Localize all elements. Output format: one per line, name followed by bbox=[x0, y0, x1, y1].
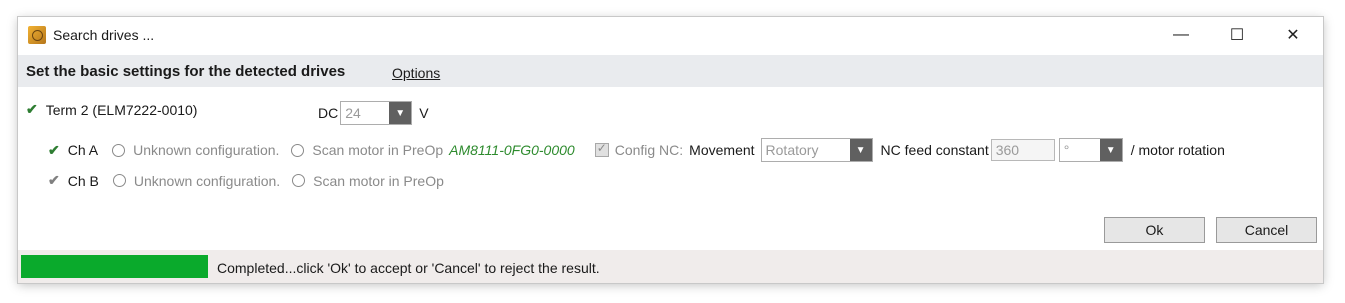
config-nc-label: Config NC: bbox=[614, 142, 684, 158]
close-button[interactable]: ✕ bbox=[1270, 17, 1316, 53]
progress-bar bbox=[21, 255, 208, 278]
header-band: Set the basic settings for the detected … bbox=[18, 55, 1323, 87]
feed-constant-label: NC feed constant bbox=[880, 142, 989, 158]
chevron-down-icon: ▼ bbox=[849, 139, 872, 161]
movement-select[interactable]: Rotatory ▼ bbox=[760, 138, 873, 162]
options-link[interactable]: Options bbox=[392, 65, 440, 81]
unknown-config-radio[interactable] bbox=[112, 143, 126, 157]
unknown-config-label: Unknown configuration. bbox=[133, 142, 280, 158]
scan-motor-label: Scan motor in PreOp bbox=[312, 142, 444, 158]
app-icon bbox=[28, 26, 46, 44]
checkmark-icon: ✔ bbox=[48, 172, 60, 188]
dc-voltage-value: 24 bbox=[345, 105, 361, 121]
cancel-button[interactable]: Cancel bbox=[1216, 217, 1317, 243]
chevron-down-icon: ▼ bbox=[1099, 139, 1122, 161]
unknown-config-radio[interactable] bbox=[112, 174, 126, 187]
scan-motor-radio[interactable] bbox=[291, 143, 305, 157]
config-nc-checkbox[interactable] bbox=[594, 141, 609, 157]
chevron-down-icon: ▼ bbox=[389, 102, 412, 124]
ok-button[interactable]: Ok bbox=[1104, 217, 1205, 243]
feed-constant-input[interactable]: 360 bbox=[990, 139, 1055, 161]
search-drives-dialog: Search drives ... — ☐ ✕ Set the basic se… bbox=[18, 17, 1323, 283]
movement-value: Rotatory bbox=[765, 142, 819, 158]
status-bar: Completed...click 'Ok' to accept or 'Can… bbox=[18, 250, 1323, 283]
channel-a-row: ✔ Ch A Unknown configuration. Scan motor… bbox=[48, 138, 1225, 162]
checkmark-icon: ✔ bbox=[48, 141, 60, 158]
channel-b-row: ✔ Ch B Unknown configuration. Scan motor… bbox=[48, 172, 444, 189]
movement-label: Movement bbox=[689, 142, 755, 158]
dc-voltage-select[interactable]: 24 ▼ bbox=[340, 101, 413, 125]
scan-motor-radio[interactable] bbox=[292, 174, 306, 187]
title-bar: Search drives ... — ☐ ✕ bbox=[18, 17, 1323, 53]
unknown-config-label: Unknown configuration. bbox=[133, 172, 281, 189]
per-rotation-label: / motor rotation bbox=[1130, 142, 1225, 158]
status-text: Completed...click 'Ok' to accept or 'Can… bbox=[217, 260, 600, 276]
term-label: Term 2 (ELM7222-0010) bbox=[45, 101, 198, 118]
minimize-button[interactable]: — bbox=[1158, 17, 1204, 53]
motor-type: AM8111-0FG0-0000 bbox=[449, 142, 575, 158]
dc-label: DC bbox=[318, 105, 339, 121]
window-title: Search drives ... bbox=[53, 27, 155, 43]
feed-unit-select[interactable]: ° ▼ bbox=[1058, 138, 1123, 162]
feed-unit-value: ° bbox=[1063, 142, 1070, 158]
channel-a-label: Ch A bbox=[67, 142, 99, 158]
checkmark-icon: ✔ bbox=[26, 101, 38, 117]
header-title: Set the basic settings for the detected … bbox=[26, 63, 346, 80]
voltage-unit: V bbox=[419, 105, 429, 121]
maximize-button[interactable]: ☐ bbox=[1214, 17, 1260, 53]
scan-motor-label: Scan motor in PreOp bbox=[313, 172, 444, 189]
dc-row: DC 24 ▼ V bbox=[318, 101, 429, 125]
term-row: ✔ Term 2 (ELM7222-0010) bbox=[26, 101, 197, 118]
channel-b-label: Ch B bbox=[67, 172, 99, 189]
